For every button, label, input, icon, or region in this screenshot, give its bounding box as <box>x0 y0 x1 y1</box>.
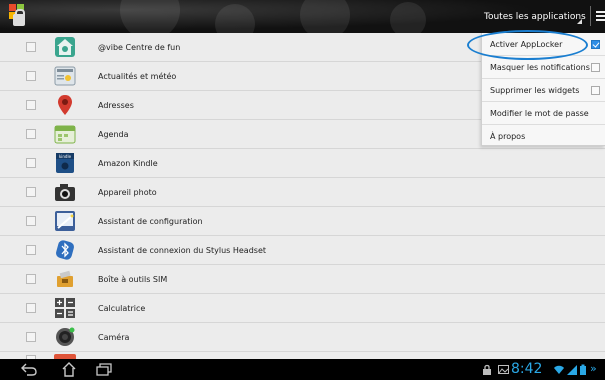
app-checkbox[interactable] <box>26 71 36 81</box>
sim-toolkit-icon <box>57 270 73 287</box>
app-label: Actualités et météo <box>98 72 177 81</box>
menu-item-about[interactable]: À propos <box>482 125 605 148</box>
app-label: Appareil photo <box>98 188 157 197</box>
svg-text:kindle: kindle <box>59 154 72 159</box>
app-label: Boîte à outils SIM <box>98 275 168 284</box>
app-row[interactable]: Assistant de connexion du Stylus Headset <box>0 236 605 265</box>
app-checkbox[interactable] <box>26 158 36 168</box>
home-icon[interactable] <box>61 361 77 377</box>
app-label: Adresses <box>98 101 134 110</box>
app-checkbox[interactable] <box>26 187 36 197</box>
app-row[interactable]: Calculatrice <box>0 294 605 323</box>
app-checkbox[interactable] <box>26 303 36 313</box>
app-checkbox[interactable] <box>26 129 36 139</box>
menu-item-label: Supprimer les widgets <box>490 86 580 95</box>
app-checkbox[interactable] <box>26 100 36 110</box>
app-label: Calculatrice <box>98 304 146 313</box>
recent-apps-icon[interactable] <box>96 363 112 376</box>
highlight-circle <box>467 30 588 60</box>
battery-icon <box>580 364 586 375</box>
camera-app-icon <box>55 184 75 201</box>
app-row[interactable]: Appareil photo <box>0 178 605 207</box>
app-row[interactable]: Boîte à outils SIM <box>0 265 605 294</box>
applocker-logo-icon <box>9 4 25 26</box>
spinner-corner-icon <box>577 19 582 24</box>
calendar-app-icon <box>54 125 76 144</box>
back-icon[interactable] <box>21 363 37 376</box>
app-row[interactable]: kindle Amazon Kindle <box>0 149 605 178</box>
system-nav-bar: 8:42 » <box>0 359 605 380</box>
menu-item-label: Modifier le mot de passe <box>490 109 589 118</box>
menu-item-change-password[interactable]: Modifier le mot de passe <box>482 102 605 125</box>
gallery-status-icon <box>498 365 509 374</box>
app-row[interactable]: Caméra <box>0 323 605 352</box>
vibe-app-icon <box>55 37 75 57</box>
app-checkbox[interactable] <box>26 42 36 52</box>
status-clock: 8:42 <box>511 361 543 377</box>
app-label: Caméra <box>98 333 130 342</box>
app-row[interactable]: Assistant de configuration <box>0 207 605 236</box>
app-label: Assistant de connexion du Stylus Headset <box>98 246 266 255</box>
kindle-app-icon: kindle <box>56 153 74 173</box>
action-bar: Toutes les applications <box>0 0 605 33</box>
calculator-app-icon <box>55 298 75 318</box>
activate-applocker-checkbox[interactable] <box>591 40 600 49</box>
signal-icon <box>567 365 577 375</box>
bluetooth-app-icon <box>56 240 74 260</box>
camera-lens-icon <box>56 327 75 346</box>
app-filter-spinner-label: Toutes les applications <box>484 12 586 22</box>
remove-widgets-checkbox[interactable] <box>591 86 600 95</box>
menu-item-label: Masquer les notifications <box>490 63 590 72</box>
news-weather-app-icon <box>54 66 76 86</box>
app-checkbox[interactable] <box>26 274 36 284</box>
more-status-icon: » <box>590 362 597 375</box>
lock-status-icon <box>483 364 491 375</box>
app-checkbox[interactable] <box>26 245 36 255</box>
overflow-menu-icon[interactable] <box>596 11 605 23</box>
map-pin-icon <box>58 95 72 115</box>
menu-item-remove-widgets[interactable]: Supprimer les widgets <box>482 79 605 102</box>
menu-item-label: À propos <box>490 132 526 141</box>
app-label: Assistant de configuration <box>98 217 203 226</box>
setup-wizard-icon <box>55 211 75 231</box>
wifi-icon <box>554 365 564 374</box>
app-label: @vibe Centre de fun <box>98 43 181 52</box>
app-checkbox[interactable] <box>26 332 36 342</box>
app-label: Agenda <box>98 130 129 139</box>
app-label: Amazon Kindle <box>98 159 158 168</box>
bar-divider <box>590 6 591 26</box>
app-checkbox[interactable] <box>26 216 36 226</box>
app-filter-spinner[interactable]: Toutes les applications <box>478 6 586 28</box>
hide-notifications-checkbox[interactable] <box>591 63 600 72</box>
